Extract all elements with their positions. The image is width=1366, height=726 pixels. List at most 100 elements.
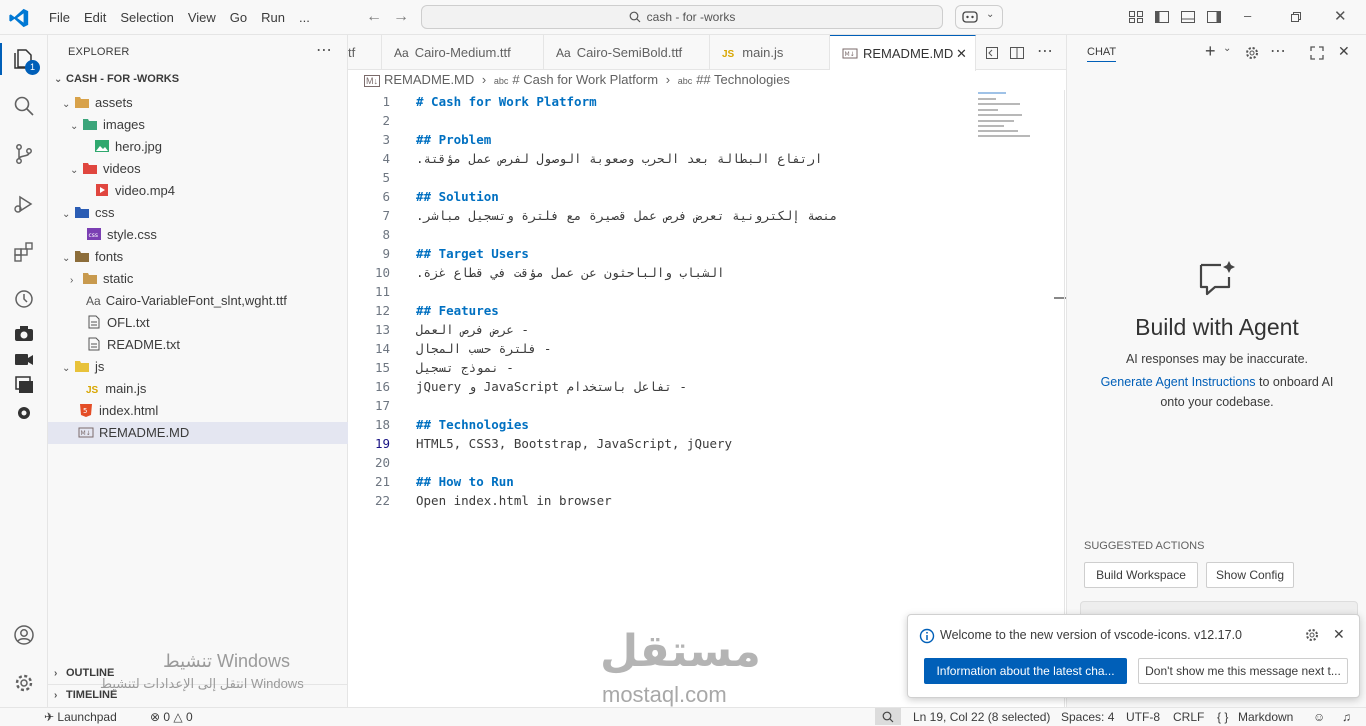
camera-icon[interactable] xyxy=(12,321,36,345)
tree-item-js[interactable]: ⌄ js xyxy=(62,356,362,378)
search-sidebar-icon[interactable] xyxy=(12,94,36,118)
zoom-icon[interactable] xyxy=(875,708,901,725)
menu-more[interactable]: ... xyxy=(292,10,317,25)
code-line[interactable]: 1 # Cash for Work Platform xyxy=(348,92,968,111)
tree-item-index-html[interactable]: 5 index.html xyxy=(78,400,378,422)
code-line[interactable]: 16 - تفاعل باستخدام JavaScript و jQuery xyxy=(348,377,968,396)
code-line[interactable]: 13 - عرض فرص العمل xyxy=(348,320,968,339)
menu-edit[interactable]: Edit xyxy=(77,10,113,25)
tab-remadme-md[interactable]: M↓ REMADME.MD ✕ xyxy=(830,35,976,71)
gear-icon[interactable] xyxy=(1305,628,1319,642)
tree-item-remadme-md[interactable]: M↓ REMADME.MD xyxy=(48,422,348,444)
code-line[interactable]: 18 ## Technologies xyxy=(348,415,968,434)
generate-instructions-link[interactable]: Generate Agent Instructions xyxy=(1101,375,1256,389)
code-line[interactable]: 6 ## Solution xyxy=(348,187,968,206)
toggle-secondary-sidebar-icon[interactable] xyxy=(1206,9,1222,25)
source-control-icon[interactable] xyxy=(12,142,36,166)
dont-show-again-button[interactable]: Don't show me this message next t... xyxy=(1138,658,1348,684)
tab-partial[interactable]: tf xyxy=(336,35,382,70)
code-line[interactable]: 12 ## Features xyxy=(348,301,968,320)
maximize-icon[interactable] xyxy=(1310,46,1324,60)
code-line[interactable]: 2 xyxy=(348,111,968,130)
close-panel-icon[interactable]: ✕ xyxy=(1338,43,1350,60)
code-line[interactable]: 21 ## How to Run xyxy=(348,472,968,491)
code-line[interactable]: 11 xyxy=(348,282,968,301)
code-line[interactable]: 9 ## Target Users xyxy=(348,244,968,263)
settings-gear-small-icon[interactable] xyxy=(12,401,36,425)
run-debug-icon[interactable] xyxy=(12,192,36,216)
copilot-status-icon[interactable]: ☺ xyxy=(1313,710,1325,724)
code-line[interactable]: 8 xyxy=(348,225,968,244)
more-actions-icon[interactable]: ⋯ xyxy=(316,40,332,60)
problems-item[interactable]: ⊗ 0 △ 0 xyxy=(150,710,193,724)
tree-item-style-css[interactable]: css style.css xyxy=(86,224,386,246)
minimize-icon[interactable]: – xyxy=(1244,8,1251,23)
tree-item-main-js[interactable]: JS main.js xyxy=(86,378,386,400)
breadcrumb-file[interactable]: REMADME.MD xyxy=(384,72,474,87)
chevron-down-icon[interactable]: ⌄ xyxy=(1223,43,1231,54)
tree-item-ofl-txt[interactable]: OFL.txt xyxy=(86,312,386,334)
latest-changes-button[interactable]: Information about the latest cha... xyxy=(924,658,1127,684)
menu-selection[interactable]: Selection xyxy=(113,10,180,25)
menu-view[interactable]: View xyxy=(181,10,223,25)
extensions-icon[interactable] xyxy=(12,240,36,264)
forward-arrow-icon[interactable]: → xyxy=(393,8,409,26)
manage-gear-icon[interactable] xyxy=(12,671,36,695)
customize-layout-icon[interactable] xyxy=(1128,9,1144,25)
gear-icon[interactable] xyxy=(1245,46,1259,60)
breadcrumb-heading-2[interactable]: ## Technologies xyxy=(696,72,790,87)
encoding[interactable]: UTF-8 xyxy=(1126,710,1160,724)
copilot-button[interactable]: ⌄ xyxy=(955,5,1003,29)
code-line[interactable]: 19 HTML5, CSS3, Bootstrap, JavaScript, jQ… xyxy=(348,434,968,453)
code-line[interactable]: 17 xyxy=(348,396,968,415)
workspace-root[interactable]: ⌄ CASH - FOR -WORKS xyxy=(54,73,179,85)
code-line[interactable]: 14 - فلترة حسب المجال xyxy=(348,339,968,358)
split-editor-icon[interactable] xyxy=(1009,45,1025,61)
launchpad-item[interactable]: ✈ Launchpad xyxy=(44,710,117,724)
language-mode[interactable]: Markdown xyxy=(1238,710,1293,724)
build-workspace-button[interactable]: Build Workspace xyxy=(1084,562,1198,588)
tree-item-assets[interactable]: ⌄ assets xyxy=(62,92,362,114)
tree-item-readme-txt[interactable]: README.txt xyxy=(86,334,386,356)
windows-icon[interactable] xyxy=(12,373,36,397)
new-chat-plus-icon[interactable]: + xyxy=(1205,41,1216,62)
tree-item-cairo-variablefont[interactable]: Aa Cairo-VariableFont_slnt,wght.ttf xyxy=(86,290,386,312)
close-tab-icon[interactable]: ✕ xyxy=(956,36,967,71)
video-icon[interactable] xyxy=(12,347,36,371)
code-line[interactable]: 15 - نموذج تسجيل xyxy=(348,358,968,377)
tab-main-js[interactable]: JS main.js xyxy=(710,35,830,70)
code-line[interactable]: 4 ارتفاع البطالة بعد الحرب وصعوبة الوصول … xyxy=(348,149,968,168)
menu-run[interactable]: Run xyxy=(254,10,292,25)
timeline-history-icon[interactable] xyxy=(12,287,36,311)
toggle-sidebar-icon[interactable] xyxy=(1154,9,1170,25)
close-window-icon[interactable]: ✕ xyxy=(1334,7,1347,25)
tree-item-css[interactable]: ⌄ css xyxy=(62,202,362,224)
breadcrumb-heading-1[interactable]: # Cash for Work Platform xyxy=(512,72,658,87)
restore-icon[interactable] xyxy=(1290,11,1302,23)
command-center-search[interactable]: cash - for -works xyxy=(421,5,943,29)
close-notification-icon[interactable]: ✕ xyxy=(1333,626,1345,643)
menu-file[interactable]: File xyxy=(42,10,77,25)
tab-cairo-semibold[interactable]: Aa Cairo-SemiBold.ttf xyxy=(544,35,710,70)
back-arrow-icon[interactable]: ← xyxy=(366,8,382,26)
minimap[interactable] xyxy=(978,90,1038,140)
tree-item-videos[interactable]: ⌄ videos xyxy=(70,158,370,180)
line-ending[interactable]: CRLF xyxy=(1173,710,1204,724)
more-actions-icon[interactable]: ⋯ xyxy=(1270,41,1286,61)
tree-item-images[interactable]: ⌄ images xyxy=(70,114,370,136)
indentation[interactable]: Spaces: 4 xyxy=(1061,710,1114,724)
tree-item-static[interactable]: › static xyxy=(70,268,370,290)
cursor-position[interactable]: Ln 19, Col 22 (8 selected) xyxy=(913,710,1050,724)
account-icon[interactable] xyxy=(12,623,36,647)
toggle-panel-icon[interactable] xyxy=(1180,9,1196,25)
code-line[interactable]: 7 منصة إلكترونية تعرض فرص عمل قصيرة مع فل… xyxy=(348,206,968,225)
tab-cairo-medium[interactable]: Aa Cairo-Medium.ttf xyxy=(382,35,544,70)
code-line[interactable]: 22 Open index.html in browser xyxy=(348,491,968,510)
notifications-bell-icon[interactable]: ♫ xyxy=(1342,710,1351,724)
code-line[interactable]: 20 xyxy=(348,453,968,472)
show-config-button[interactable]: Show Config xyxy=(1206,562,1294,588)
code-line[interactable]: 5 xyxy=(348,168,968,187)
code-line[interactable]: 3 ## Problem xyxy=(348,130,968,149)
tree-item-fonts[interactable]: ⌄ fonts xyxy=(62,246,362,268)
open-preview-icon[interactable] xyxy=(984,45,1000,61)
